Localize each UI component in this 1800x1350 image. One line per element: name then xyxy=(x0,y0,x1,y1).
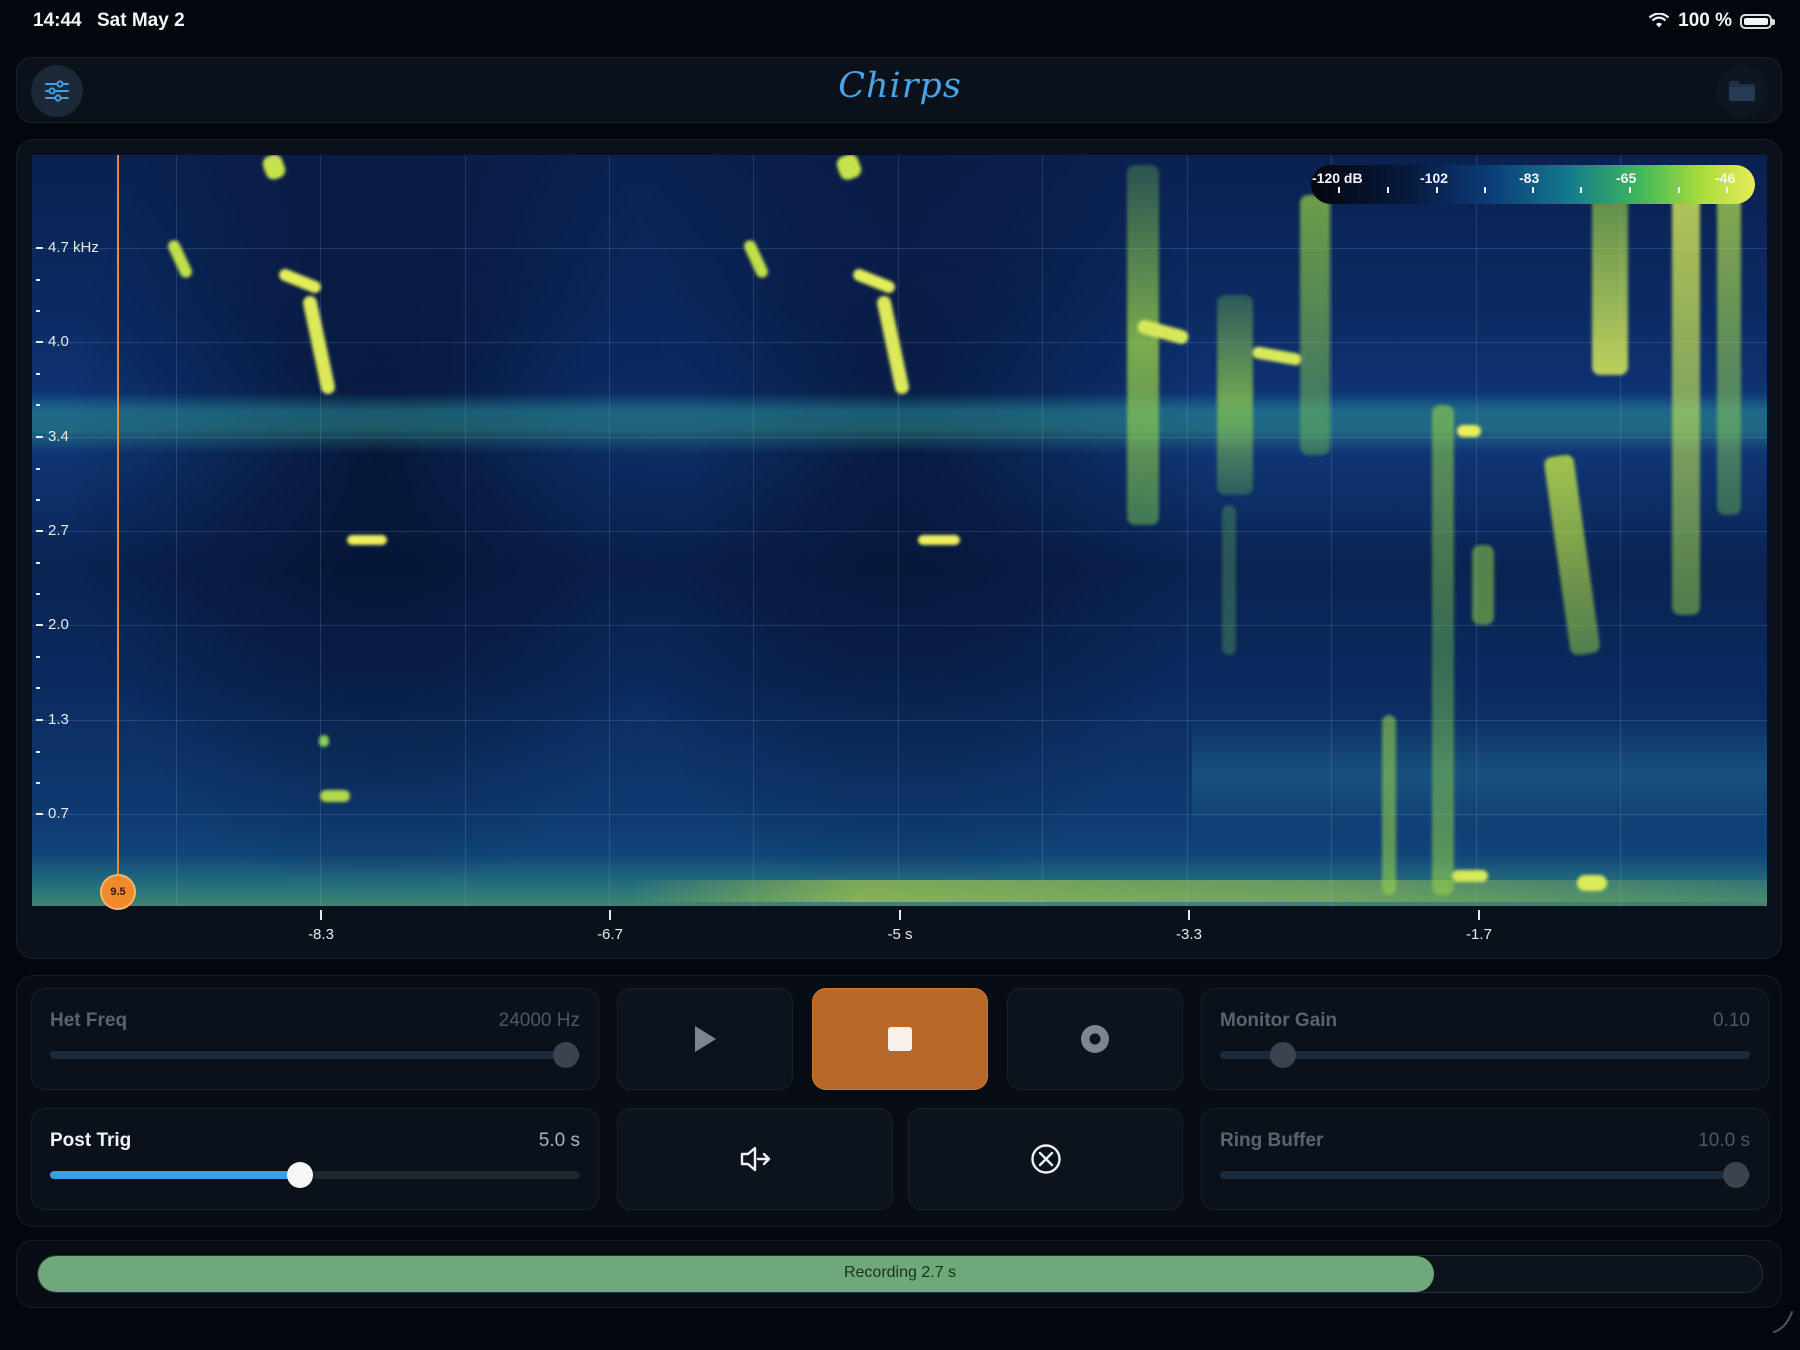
monitor-gain-slider[interactable] xyxy=(1220,1051,1750,1059)
status-date: Sat May 2 xyxy=(97,10,185,31)
post-trig-card xyxy=(31,1108,599,1210)
post-trig-value: 5.0 s xyxy=(538,1130,580,1151)
ring-buffer-slider[interactable] xyxy=(1220,1171,1750,1179)
legend-label-2: -102 xyxy=(1420,170,1449,186)
record-button[interactable] xyxy=(1007,988,1183,1090)
y-label-2-0: 2.0 xyxy=(48,616,69,633)
status-indicators: 100 % xyxy=(1648,10,1775,32)
clear-circle-icon xyxy=(1030,1144,1061,1174)
legend-label-min: -120 dB xyxy=(1312,170,1363,186)
folder-button[interactable] xyxy=(1716,65,1768,117)
stop-icon xyxy=(888,1027,912,1051)
record-icon xyxy=(1081,1025,1109,1053)
stop-button[interactable] xyxy=(812,988,988,1090)
het-freq-label: Het Freq xyxy=(50,1010,128,1031)
x-label-3-3: -3.3 xyxy=(1176,926,1202,943)
playhead-line[interactable] xyxy=(117,155,119,891)
play-icon xyxy=(695,1026,716,1052)
post-trig-thumb[interactable] xyxy=(287,1162,313,1188)
legend-label-max: -46 xyxy=(1715,170,1736,186)
het-freq-thumb[interactable] xyxy=(553,1042,579,1068)
post-trig-fill xyxy=(50,1171,302,1179)
y-label-3-4: 3.4 xyxy=(48,428,69,445)
play-button[interactable] xyxy=(617,988,793,1090)
ring-buffer-label: Ring Buffer xyxy=(1220,1130,1324,1151)
y-label-4-7: 4.7 kHz xyxy=(48,239,99,256)
folder-icon xyxy=(1729,81,1755,101)
battery-text: 100 % xyxy=(1678,10,1732,31)
speaker-route-icon xyxy=(740,1146,771,1172)
ring-buffer-value: 10.0 s xyxy=(1698,1130,1750,1151)
sliders-icon xyxy=(45,80,69,102)
monitor-output-button[interactable] xyxy=(617,1108,893,1210)
battery-icon xyxy=(1740,13,1775,29)
playhead-handle[interactable]: 9.5 xyxy=(100,874,136,910)
app-title: Chirps xyxy=(838,66,962,106)
ring-buffer-thumb[interactable] xyxy=(1723,1162,1749,1188)
x-label-1-7: -1.7 xyxy=(1466,926,1492,943)
status-time: 14:44 xyxy=(33,10,82,31)
het-freq-card xyxy=(31,988,599,1090)
resize-handle-icon xyxy=(1773,1311,1793,1333)
monitor-gain-value: 0.10 xyxy=(1713,1010,1750,1031)
ring-buffer-card xyxy=(1201,1108,1769,1210)
y-label-4-0: 4.0 xyxy=(48,333,69,350)
y-label-2-7: 2.7 xyxy=(48,522,69,539)
x-label-5: -5 s xyxy=(887,926,913,943)
clear-button[interactable] xyxy=(908,1108,1183,1210)
monitor-gain-card xyxy=(1201,988,1769,1090)
legend-label-3: -83 xyxy=(1519,170,1540,186)
spectrogram[interactable]: 4.7 kHz 4.0 3.4 2.7 2.0 1.3 0.7 xyxy=(32,155,1767,906)
x-label-8-3: -8.3 xyxy=(308,926,334,943)
post-trig-slider[interactable] xyxy=(50,1171,580,1179)
y-label-0-7: 0.7 xyxy=(48,805,69,822)
het-freq-slider[interactable] xyxy=(50,1051,580,1059)
legend-label-4: -65 xyxy=(1616,170,1637,186)
het-freq-value: 24000 Hz xyxy=(498,1010,580,1031)
y-label-1-3: 1.3 xyxy=(48,711,69,728)
settings-button[interactable] xyxy=(31,65,83,117)
monitor-gain-label: Monitor Gain xyxy=(1220,1010,1338,1031)
recording-label: Recording 2.7 s xyxy=(843,1264,957,1281)
monitor-gain-thumb[interactable] xyxy=(1270,1042,1296,1068)
wifi-icon xyxy=(1648,13,1670,28)
x-label-6-7: -6.7 xyxy=(597,926,623,943)
post-trig-label: Post Trig xyxy=(50,1130,132,1151)
